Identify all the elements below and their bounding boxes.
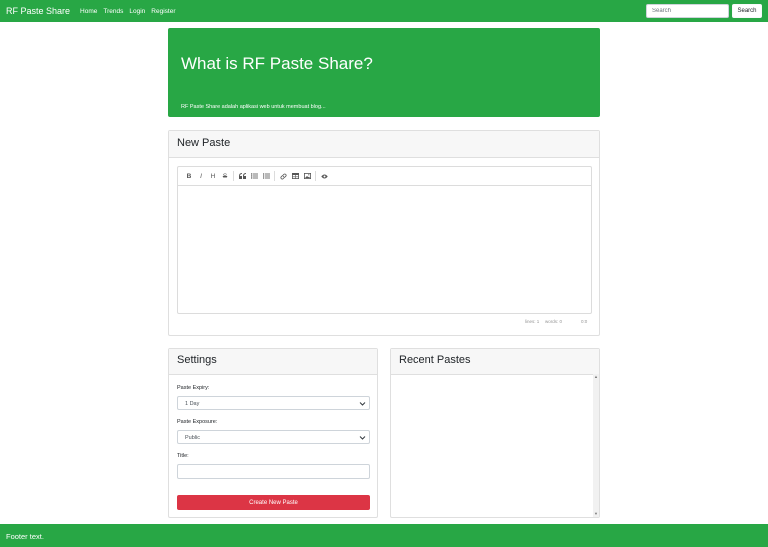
settings-card: Settings Paste Expiry: 1 Day Paste Expos…: [168, 348, 378, 518]
table-icon[interactable]: [289, 170, 301, 182]
italic-glyph: I: [200, 172, 202, 180]
title-label: Title:: [177, 453, 189, 459]
italic-icon[interactable]: I: [195, 170, 207, 182]
editor-textarea[interactable]: [178, 186, 591, 313]
jumbotron-title: What is RF Paste Share?: [181, 54, 373, 73]
scroll-down-arrow-icon[interactable]: ▼: [593, 511, 599, 517]
recent-pastes-header: Recent Pastes: [391, 349, 599, 375]
settings-title: Settings: [177, 354, 217, 366]
toolbar-separator: [315, 171, 316, 181]
scroll-up-arrow-icon[interactable]: ▲: [593, 374, 599, 380]
exposure-select[interactable]: Public: [177, 430, 370, 444]
expiry-label: Paste Expiry:: [177, 385, 210, 391]
create-paste-button[interactable]: Create New Paste: [177, 495, 370, 510]
nav-link-login[interactable]: Login: [129, 8, 145, 15]
image-icon[interactable]: [301, 170, 313, 182]
status-words: words: 0: [545, 319, 563, 324]
brand-link[interactable]: RF Paste Share: [6, 6, 70, 16]
jumbotron-subtitle: RF Paste Share adalah aplikasi web untuk…: [181, 104, 326, 110]
recent-pastes-title: Recent Pastes: [399, 354, 471, 366]
markdown-editor: B I H S: [177, 166, 592, 314]
new-paste-title: New Paste: [177, 137, 231, 149]
status-cursor: 0:0: [581, 319, 588, 324]
bold-glyph: B: [186, 172, 192, 180]
footer-text: Footer text.: [6, 532, 44, 541]
strikethrough-glyph: S: [222, 172, 228, 180]
navbar: RF Paste Share Home Trends Login Registe…: [0, 0, 768, 22]
expiry-selected-value: 1 Day: [185, 401, 200, 407]
nav-link-trends[interactable]: Trends: [103, 8, 123, 15]
link-icon[interactable]: [277, 170, 289, 182]
exposure-label: Paste Exposure:: [177, 419, 218, 425]
new-paste-header: New Paste: [169, 131, 599, 158]
chevron-down-icon: [359, 436, 366, 440]
chevron-down-icon: [359, 402, 366, 406]
strikethrough-icon[interactable]: S: [219, 170, 231, 182]
settings-header: Settings: [169, 349, 377, 375]
bold-icon[interactable]: B: [183, 170, 195, 182]
new-paste-card: New Paste B I H S lines: 1 words: 0 0:0: [168, 130, 600, 336]
search-button[interactable]: Search: [732, 4, 762, 18]
title-input[interactable]: [177, 464, 370, 479]
unordered-list-icon[interactable]: [248, 170, 260, 182]
exposure-selected-value: Public: [185, 435, 200, 441]
search-input[interactable]: [646, 4, 729, 18]
footer: Footer text.: [0, 524, 768, 547]
nav-link-register[interactable]: Register: [151, 8, 175, 15]
nav-link-home[interactable]: Home: [80, 8, 97, 15]
expiry-select[interactable]: 1 Day: [177, 396, 370, 410]
status-lines: lines: 1: [525, 319, 540, 324]
editor-statusbar: lines: 1 words: 0 0:0: [177, 317, 592, 327]
editor-toolbar: B I H S: [178, 167, 591, 186]
heading-icon[interactable]: H: [207, 170, 219, 182]
toolbar-separator: [233, 171, 234, 181]
quote-icon[interactable]: [236, 170, 248, 182]
ordered-list-icon[interactable]: [260, 170, 272, 182]
recent-pastes-scrollbar[interactable]: ▲ ▼: [593, 374, 599, 517]
recent-pastes-card: Recent Pastes ▲ ▼: [390, 348, 600, 518]
jumbotron: What is RF Paste Share? RF Paste Share a…: [168, 28, 600, 117]
toolbar-separator: [274, 171, 275, 181]
preview-eye-icon[interactable]: [318, 170, 330, 182]
heading-glyph: H: [210, 172, 216, 180]
